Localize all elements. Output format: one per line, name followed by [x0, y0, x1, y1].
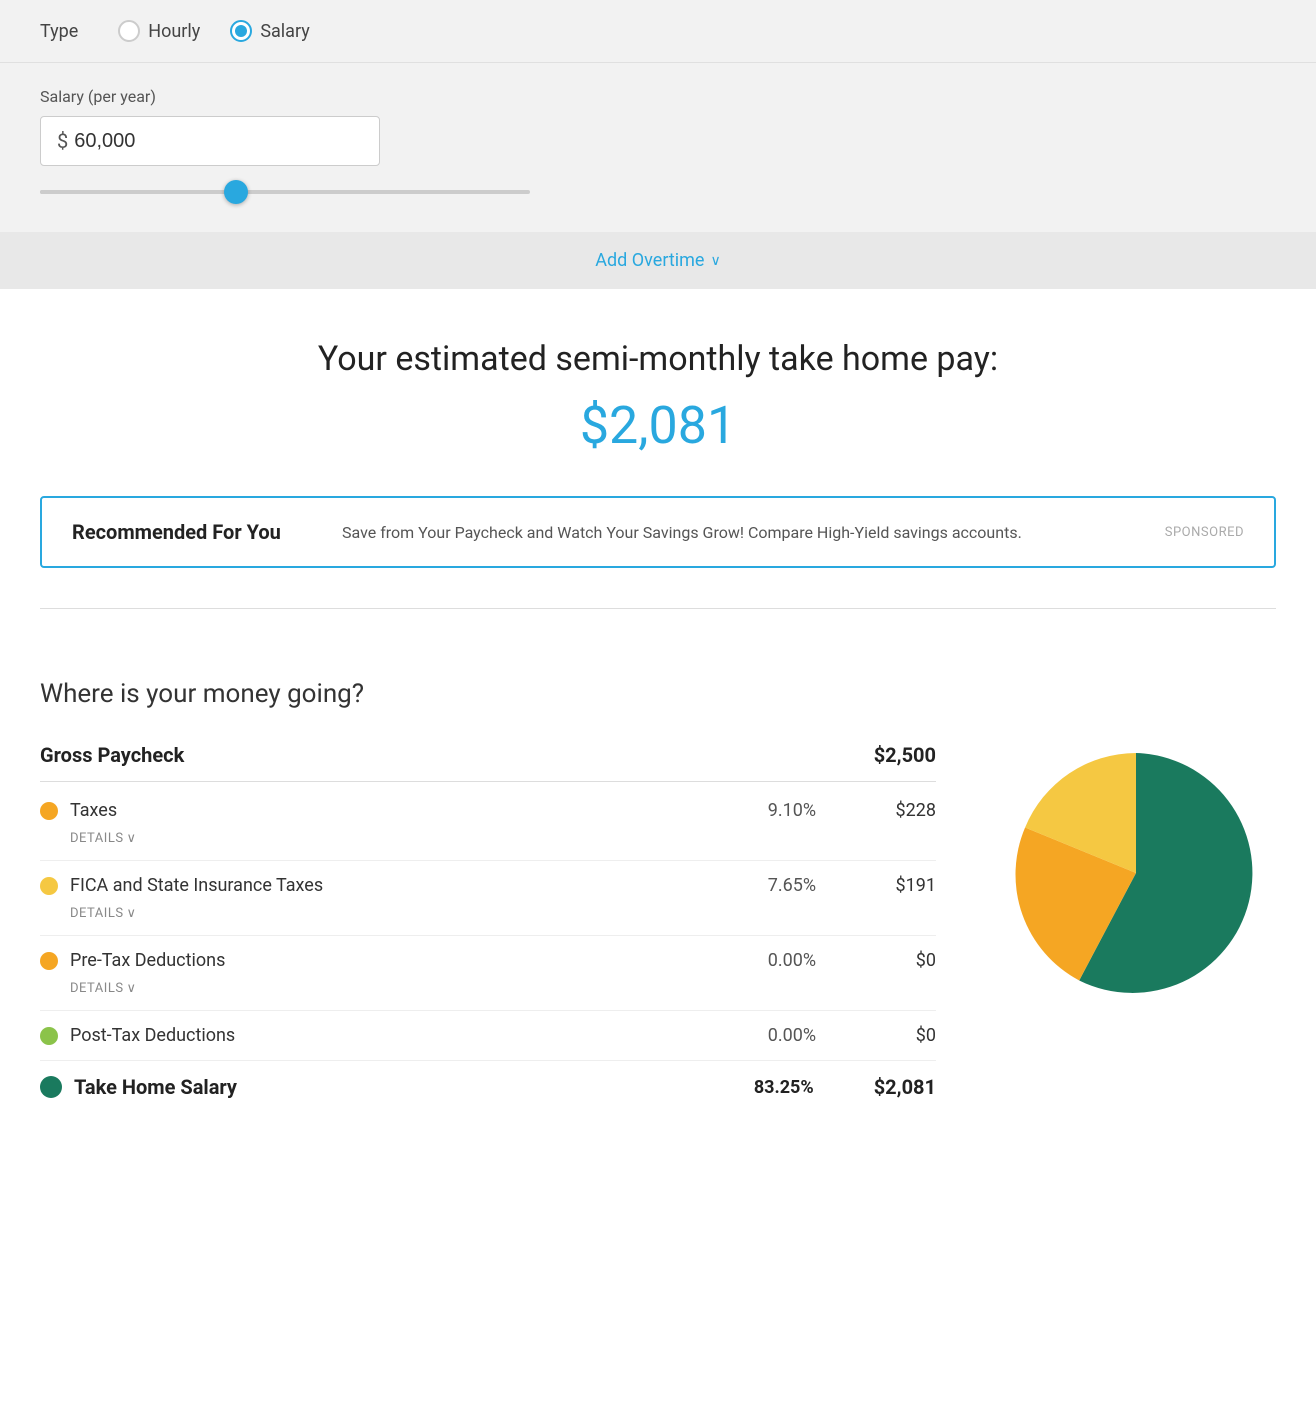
posttax-pct: 0.00%: [746, 1025, 816, 1046]
taxes-right: 9.10% $228: [746, 800, 936, 821]
pretax-left: Pre-Tax Deductions: [40, 950, 225, 971]
fica-right: 7.65% $191: [746, 875, 936, 896]
pie-chart: [996, 733, 1276, 1013]
add-overtime-button[interactable]: Add Overtime ∨: [595, 250, 720, 271]
salary-section: Salary (per year) $: [0, 63, 1316, 232]
salary-input[interactable]: [74, 130, 363, 153]
table-row: Post-Tax Deductions 0.00% $0: [40, 1011, 936, 1061]
taxes-dot: [40, 802, 58, 820]
sponsored-label: SPONSORED: [1165, 525, 1244, 540]
salary-slider-container[interactable]: [40, 182, 530, 202]
rec-title: Recommended For You: [72, 520, 312, 544]
recommendation-box[interactable]: Recommended For You Save from Your Paych…: [40, 496, 1276, 568]
salary-radio-circle: [230, 20, 252, 42]
pretax-pct: 0.00%: [746, 950, 816, 971]
money-title: Where is your money going?: [40, 679, 1276, 709]
gross-label: Gross Paycheck: [40, 743, 184, 767]
pretax-val: $0: [876, 950, 936, 971]
results-section: Your estimated semi-monthly take home pa…: [0, 289, 1316, 679]
salary-radio-option[interactable]: Salary: [230, 20, 309, 42]
take-home-amount: $2,081: [40, 395, 1276, 456]
taxes-details-label: DETAILS: [70, 831, 124, 846]
type-label: Type: [40, 21, 78, 42]
pretax-details-label: DETAILS: [70, 981, 124, 996]
take-home-pct: 83.25%: [744, 1077, 814, 1098]
slider-fill: [40, 190, 236, 194]
pretax-details-chevron: ∨: [127, 981, 137, 996]
take-home-val: $2,081: [874, 1075, 936, 1099]
fica-main-row: FICA and State Insurance Taxes 7.65% $19…: [40, 869, 936, 902]
gross-value: $2,500: [874, 743, 936, 767]
taxes-left: Taxes: [40, 800, 117, 821]
fica-name: FICA and State Insurance Taxes: [70, 875, 323, 896]
slider-track: [40, 190, 530, 194]
estimated-label: Your estimated semi-monthly take home pa…: [40, 339, 1276, 379]
fica-details-link[interactable]: DETAILS ∨: [40, 906, 137, 921]
hourly-label: Hourly: [148, 21, 200, 42]
pretax-name: Pre-Tax Deductions: [70, 950, 225, 971]
taxes-pct: 9.10%: [746, 800, 816, 821]
pretax-dot: [40, 952, 58, 970]
top-section: Type Hourly Salary Salary (per year) $ A…: [0, 0, 1316, 289]
hourly-radio-circle: [118, 20, 140, 42]
rec-desc: Save from Your Paycheck and Watch Your S…: [342, 523, 1135, 542]
posttax-right: 0.00% $0: [746, 1025, 936, 1046]
posttax-main-row: Post-Tax Deductions 0.00% $0: [40, 1019, 936, 1052]
take-home-salary-name: Take Home Salary: [74, 1075, 237, 1099]
money-section: Where is your money going? Gross Paychec…: [0, 679, 1316, 1169]
taxes-main-row: Taxes 9.10% $228: [40, 794, 936, 827]
salary-section-label: Salary (per year): [40, 87, 1276, 106]
pie-svg: [996, 733, 1276, 1013]
add-overtime-label: Add Overtime: [595, 250, 704, 271]
breakdown-table: Gross Paycheck $2,500 Taxes 9.10% $228 D: [40, 733, 936, 1109]
posttax-left: Post-Tax Deductions: [40, 1025, 235, 1046]
fica-left: FICA and State Insurance Taxes: [40, 875, 323, 896]
posttax-dot: [40, 1027, 58, 1045]
take-home-dot: [40, 1076, 62, 1098]
take-home-right: 83.25% $2,081: [744, 1075, 936, 1099]
posttax-val: $0: [876, 1025, 936, 1046]
fica-details-label: DETAILS: [70, 906, 124, 921]
chevron-down-icon: ∨: [710, 253, 720, 269]
table-row: Pre-Tax Deductions 0.00% $0 DETAILS ∨: [40, 936, 936, 1011]
fica-val: $191: [876, 875, 936, 896]
fica-pct: 7.65%: [746, 875, 816, 896]
pretax-main-row: Pre-Tax Deductions 0.00% $0: [40, 944, 936, 977]
taxes-name: Taxes: [70, 800, 117, 821]
pretax-right: 0.00% $0: [746, 950, 936, 971]
fica-dot: [40, 877, 58, 895]
pretax-details-link[interactable]: DETAILS ∨: [40, 981, 137, 996]
taxes-details-link[interactable]: DETAILS ∨: [40, 831, 137, 846]
slider-thumb[interactable]: [224, 180, 248, 204]
gross-row: Gross Paycheck $2,500: [40, 733, 936, 782]
taxes-details-chevron: ∨: [127, 831, 137, 846]
hourly-radio-option[interactable]: Hourly: [118, 20, 200, 42]
section-divider: [40, 608, 1276, 609]
posttax-name: Post-Tax Deductions: [70, 1025, 235, 1046]
type-row: Type Hourly Salary: [0, 0, 1316, 63]
table-row: Taxes 9.10% $228 DETAILS ∨: [40, 786, 936, 861]
salary-input-wrapper: $: [40, 116, 380, 166]
currency-symbol: $: [57, 129, 68, 153]
salary-label: Salary: [260, 21, 309, 42]
table-row: FICA and State Insurance Taxes 7.65% $19…: [40, 861, 936, 936]
taxes-val: $228: [876, 800, 936, 821]
take-home-left: Take Home Salary: [40, 1075, 237, 1099]
money-content: Gross Paycheck $2,500 Taxes 9.10% $228 D: [40, 733, 1276, 1109]
add-overtime-row: Add Overtime ∨: [0, 232, 1316, 289]
fica-details-chevron: ∨: [127, 906, 137, 921]
take-home-row: Take Home Salary 83.25% $2,081: [40, 1061, 936, 1109]
